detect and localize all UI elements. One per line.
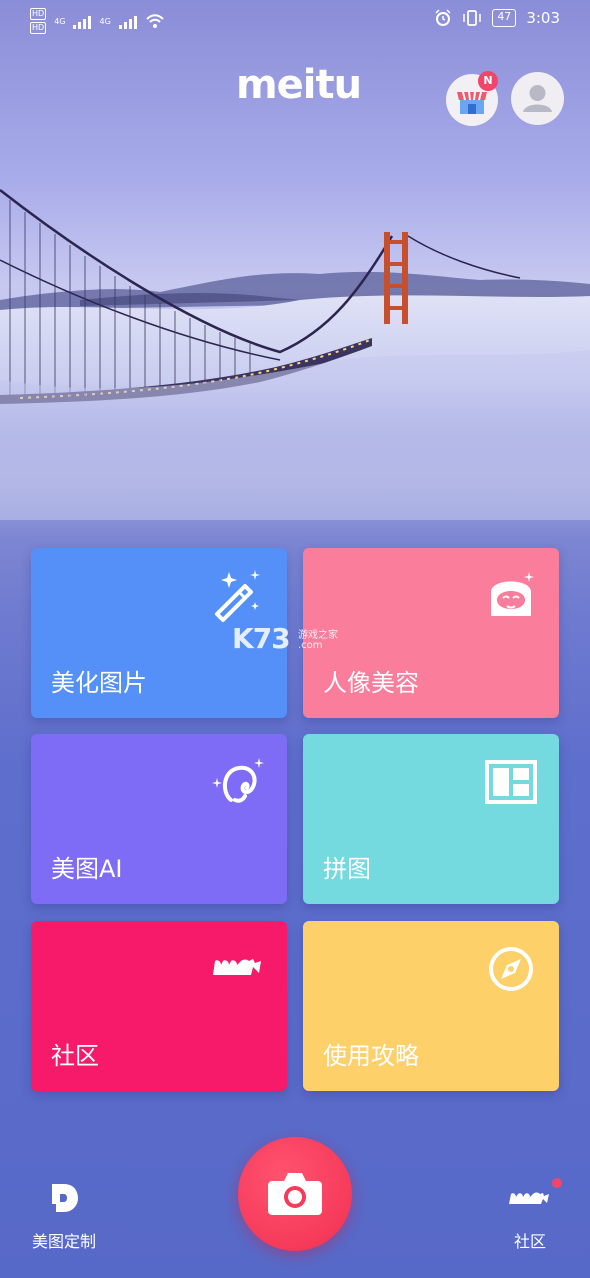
community-notification-dot — [552, 1178, 562, 1188]
compass-icon — [489, 947, 533, 991]
wifi-icon — [146, 14, 164, 28]
tile-label: 社区 — [51, 1042, 99, 1070]
collage-grid-icon — [485, 760, 537, 804]
network-type-right: 4G — [99, 16, 111, 26]
face-icon — [491, 572, 534, 616]
watermark-domain: .com — [298, 640, 323, 651]
camera-icon — [268, 1173, 322, 1215]
watermark-logo: K73 — [232, 622, 291, 655]
hd-icon: HD — [30, 22, 47, 34]
meitu-custom-icon — [52, 1184, 78, 1212]
camera-button[interactable] — [238, 1137, 352, 1251]
nav-community[interactable]: 社区 — [490, 1180, 570, 1252]
signal-icon — [73, 13, 92, 29]
user-avatar-icon — [523, 85, 552, 112]
battery-indicator: 47 — [492, 9, 517, 27]
meitu-logo: meitu — [236, 62, 362, 108]
tile-label: 美化图片 — [51, 669, 147, 697]
tile-collage[interactable]: 拼图 — [303, 734, 559, 904]
tile-community[interactable]: 社区 — [31, 921, 287, 1091]
watermark-site-name: 游戏之家 — [298, 630, 338, 641]
tile-label: 拼图 — [323, 855, 371, 883]
network-type-left: 4G — [54, 16, 66, 26]
meitu-community-icon — [509, 1192, 549, 1204]
clock: 3:03 — [526, 9, 560, 27]
meitu-community-icon — [213, 959, 261, 975]
status-bar: HD HD 4G 4G 47 3:03 — [0, 0, 590, 42]
nav-community-label: 社区 — [513, 1232, 546, 1251]
tile-label: 人像美容 — [323, 669, 419, 697]
alarm-icon — [435, 9, 451, 26]
tile-user-guide[interactable]: 使用攻略 — [303, 921, 559, 1091]
site-watermark: K73 游戏之家 .com — [232, 622, 338, 655]
hd-icon: HD — [30, 8, 47, 20]
vibrate-icon — [463, 10, 482, 26]
nav-custom[interactable]: 美图定制 — [24, 1180, 104, 1252]
tile-label: 美图AI — [51, 855, 123, 883]
profile-button[interactable] — [511, 72, 564, 125]
store-notification-badge: N — [478, 71, 498, 91]
tile-portrait-beauty[interactable]: 人像美容 — [303, 548, 559, 718]
nav-custom-label: 美图定制 — [31, 1232, 96, 1251]
magic-wand-icon — [215, 570, 260, 622]
ai-head-icon — [212, 758, 264, 803]
signal-icon — [118, 13, 137, 29]
tile-meitu-ai[interactable]: 美图AI — [31, 734, 287, 904]
tile-label: 使用攻略 — [323, 1042, 419, 1070]
